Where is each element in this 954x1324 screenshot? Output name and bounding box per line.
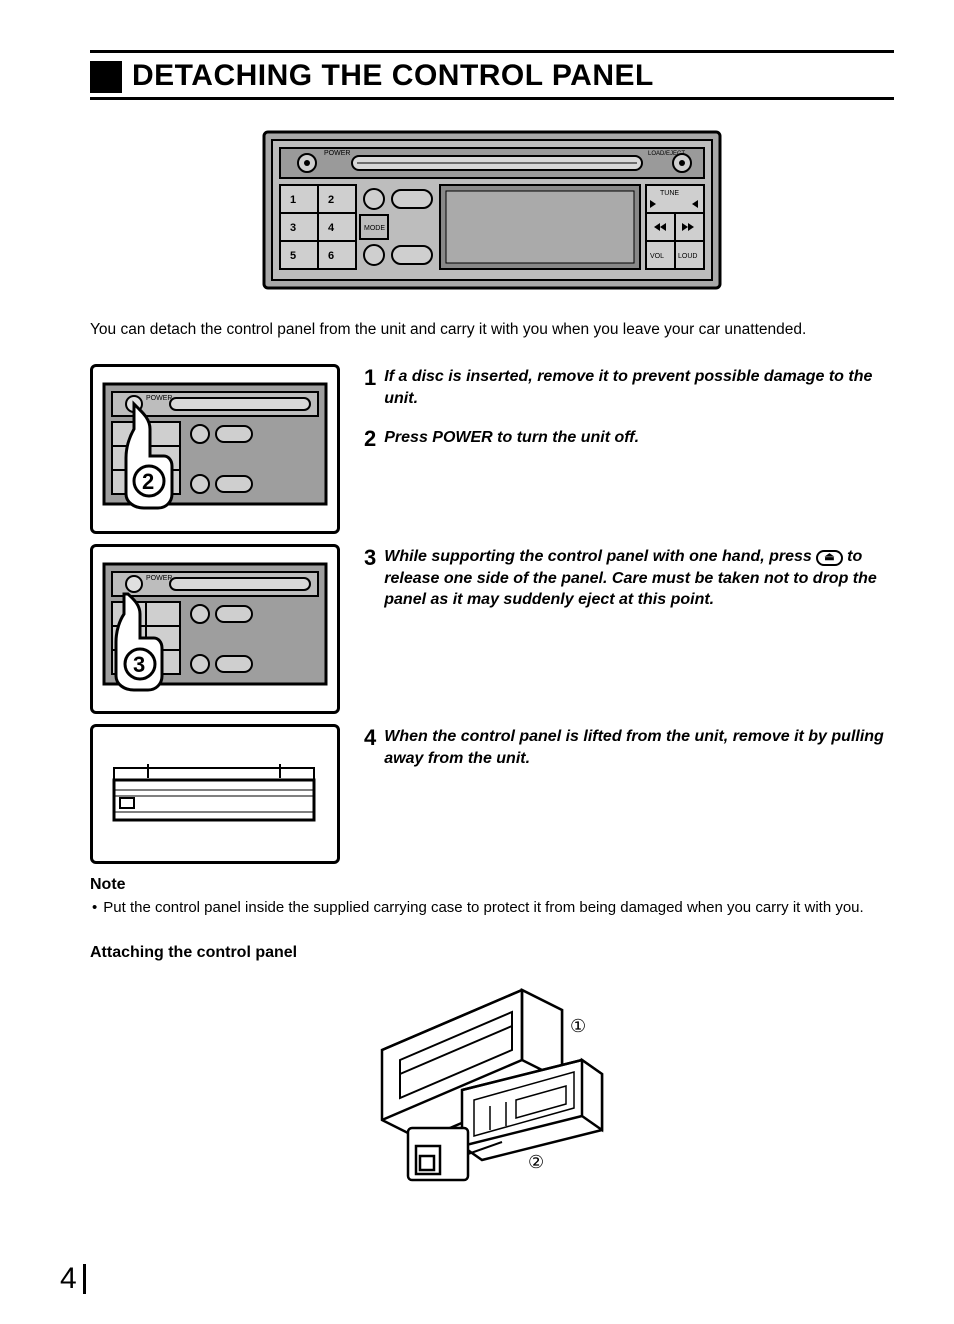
svg-text:POWER: POWER bbox=[146, 575, 172, 582]
press-release-icon: POWER 3 bbox=[100, 554, 330, 704]
step-figure-2: POWER 2 bbox=[90, 364, 340, 534]
svg-text:2: 2 bbox=[142, 469, 154, 494]
callout-1: ① bbox=[570, 1016, 586, 1036]
step-number: 1 bbox=[364, 366, 376, 390]
note-text: Put the control panel inside the supplie… bbox=[103, 898, 863, 918]
step-row: POWER 2 1 bbox=[90, 364, 894, 534]
svg-text:3: 3 bbox=[133, 652, 145, 677]
step-text-pre: While supporting the control panel with … bbox=[384, 548, 816, 565]
svg-text:TUNE: TUNE bbox=[660, 190, 679, 197]
svg-text:5: 5 bbox=[290, 250, 296, 262]
step-text: Press POWER to turn the unit off. bbox=[384, 427, 639, 449]
remove-panel-icon bbox=[100, 734, 330, 854]
hero-stereo-figure: POWER LOAD/EJECT 1 2 3 4 5 6 MODE bbox=[90, 130, 894, 290]
attach-panel-icon: ① ② bbox=[352, 970, 632, 1190]
note-heading: Note bbox=[90, 876, 894, 894]
press-power-icon: POWER 2 bbox=[100, 374, 330, 524]
step-item: 1 If a disc is inserted, remove it to pr… bbox=[364, 366, 894, 409]
step-item: 2 Press POWER to turn the unit off. bbox=[364, 427, 894, 451]
step-item: 3 While supporting the control panel wit… bbox=[364, 546, 894, 611]
svg-text:POWER: POWER bbox=[146, 395, 172, 402]
step-number: 3 bbox=[364, 546, 376, 570]
bullet-dot-icon: • bbox=[92, 898, 97, 918]
title-bullet-square bbox=[90, 61, 122, 93]
steps-section: POWER 2 1 bbox=[90, 364, 894, 864]
svg-text:LOUD: LOUD bbox=[678, 253, 697, 260]
step-text: When the control panel is lifted from th… bbox=[384, 726, 894, 769]
svg-text:6: 6 bbox=[328, 250, 334, 262]
step-number: 2 bbox=[364, 427, 376, 451]
step-figure-4 bbox=[90, 724, 340, 864]
step-number: 4 bbox=[364, 726, 376, 750]
page-title: DETACHING THE CONTROL PANEL bbox=[132, 59, 654, 93]
svg-text:1: 1 bbox=[290, 194, 296, 206]
svg-text:4: 4 bbox=[328, 222, 335, 234]
step-text: If a disc is inserted, remove it to prev… bbox=[384, 366, 894, 409]
callout-2: ② bbox=[528, 1152, 544, 1172]
step-row: POWER 3 3 bbox=[90, 544, 894, 714]
note-bullet-list: • Put the control panel inside the suppl… bbox=[92, 898, 894, 918]
svg-text:MODE: MODE bbox=[364, 225, 385, 232]
step-row: 4 When the control panel is lifted from … bbox=[90, 724, 894, 864]
attach-figure: ① ② bbox=[90, 970, 894, 1190]
attach-heading: Attaching the control panel bbox=[90, 944, 894, 962]
page-number: 4 bbox=[60, 1264, 86, 1294]
svg-text:2: 2 bbox=[328, 194, 334, 206]
svg-text:POWER: POWER bbox=[324, 150, 350, 157]
svg-text:3: 3 bbox=[290, 222, 296, 234]
note-block: Note • Put the control panel inside the … bbox=[90, 876, 894, 918]
eject-icon: ⏏ bbox=[816, 550, 842, 566]
svg-text:VOL: VOL bbox=[650, 253, 664, 260]
car-stereo-icon: POWER LOAD/EJECT 1 2 3 4 5 6 MODE bbox=[262, 130, 722, 290]
step-text: While supporting the control panel with … bbox=[384, 546, 894, 611]
page-title-row: DETACHING THE CONTROL PANEL bbox=[90, 50, 894, 100]
step-figure-3: POWER 3 bbox=[90, 544, 340, 714]
intro-paragraph: You can detach the control panel from th… bbox=[90, 320, 894, 340]
step-item: 4 When the control panel is lifted from … bbox=[364, 726, 894, 769]
